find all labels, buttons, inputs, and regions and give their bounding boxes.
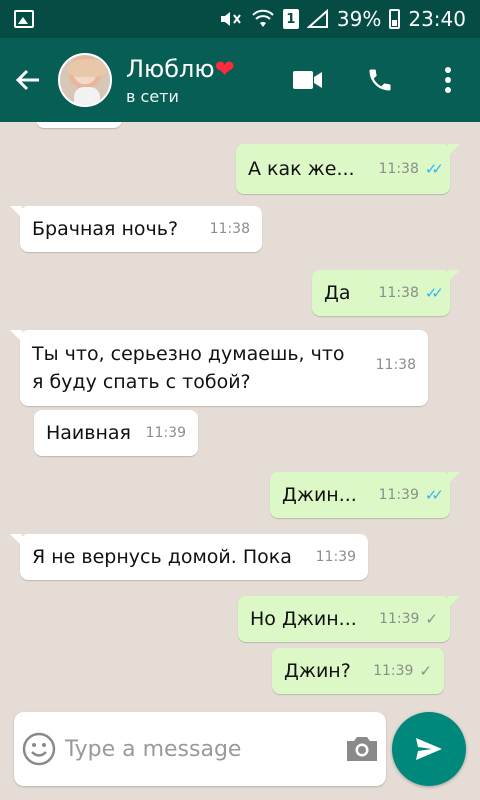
- single-check-icon: ✓: [419, 662, 432, 680]
- message-bubble[interactable]: Ты что, серьезно думаешь, что я буду спа…: [10, 330, 428, 406]
- message-bubble[interactable]: Я не вернусь домой. Пока 11:39: [10, 534, 368, 580]
- message-text: Ты что, серьезно думаешь, что я буду спа…: [32, 343, 345, 393]
- video-call-button[interactable]: [272, 38, 344, 122]
- message-time: 11:39: [373, 663, 414, 679]
- message-time: 11:38: [378, 285, 419, 301]
- message-text: Я не вернусь домой. Пока: [32, 546, 292, 568]
- message-time: 11:39: [145, 425, 186, 441]
- message-bubble[interactable]: Наивная 11:39: [34, 410, 198, 456]
- contact-status: в сети: [126, 86, 179, 106]
- status-bar: 1 39% 23:40: [0, 0, 480, 38]
- message-text: Джин?: [284, 660, 351, 682]
- heart-icon: ❤: [214, 54, 235, 83]
- video-camera-icon: [293, 71, 322, 89]
- message-text: А как же...: [248, 158, 355, 180]
- message-time: 11:39: [315, 549, 356, 565]
- double-check-icon: ✓✓: [424, 486, 444, 504]
- message-bubble[interactable]: Брачная ночь? 11:38: [10, 206, 262, 252]
- avatar[interactable]: [58, 53, 112, 107]
- send-icon: [416, 738, 442, 760]
- back-button[interactable]: [0, 38, 56, 122]
- clock: 23:40: [408, 7, 466, 31]
- emoji-button[interactable]: [14, 712, 65, 786]
- message-time: 11:39: [379, 611, 420, 627]
- message-bubble-partial: [36, 122, 122, 128]
- mute-icon: [219, 9, 243, 29]
- phone-icon: [369, 69, 391, 91]
- send-button[interactable]: [392, 712, 466, 786]
- message-list[interactable]: А как же... 11:38 ✓✓ Брачная ночь? 11:38 …: [0, 122, 480, 702]
- message-composer: [14, 712, 386, 786]
- smiley-icon: [23, 732, 56, 766]
- message-text: Брачная ночь?: [32, 218, 179, 240]
- single-check-icon: ✓: [425, 610, 438, 628]
- contact-name: Люблю: [126, 54, 215, 83]
- camera-button[interactable]: [339, 712, 386, 786]
- message-text: Да: [324, 282, 351, 304]
- battery-percent: 39%: [336, 7, 382, 31]
- message-time: 11:38: [375, 357, 416, 373]
- camera-icon: [347, 737, 378, 761]
- message-bubble[interactable]: Джин... 11:39 ✓✓: [270, 472, 460, 518]
- sim-icon: 1: [282, 9, 299, 29]
- signal-icon: [306, 9, 329, 29]
- voice-call-button[interactable]: [344, 38, 416, 122]
- gallery-notification-icon: [14, 10, 34, 28]
- back-arrow-icon: [15, 69, 39, 91]
- battery-icon: [389, 9, 401, 29]
- message-text: Джин...: [282, 484, 357, 506]
- message-bubble[interactable]: Но Джин... 11:39 ✓: [238, 596, 460, 642]
- double-check-icon: ✓✓: [424, 284, 444, 302]
- message-input[interactable]: [64, 736, 339, 762]
- more-vert-icon: [445, 67, 451, 93]
- wifi-icon: [251, 9, 275, 29]
- message-bubble[interactable]: А как же... 11:38 ✓✓: [236, 144, 460, 194]
- message-time: 11:38: [209, 221, 250, 237]
- message-bubble[interactable]: Да 11:38 ✓✓: [312, 270, 460, 316]
- message-bubble[interactable]: Джин? 11:39 ✓: [272, 648, 444, 694]
- message-text: Наивная: [46, 422, 131, 444]
- more-options-button[interactable]: [416, 38, 480, 122]
- message-text: Но Джин...: [250, 608, 357, 630]
- chat-header: Люблю❤ в сети: [0, 38, 480, 122]
- message-time: 11:38: [378, 161, 419, 177]
- message-time: 11:39: [378, 487, 419, 503]
- double-check-icon: ✓✓: [424, 160, 444, 178]
- contact-info[interactable]: Люблю❤ в сети: [126, 55, 272, 106]
